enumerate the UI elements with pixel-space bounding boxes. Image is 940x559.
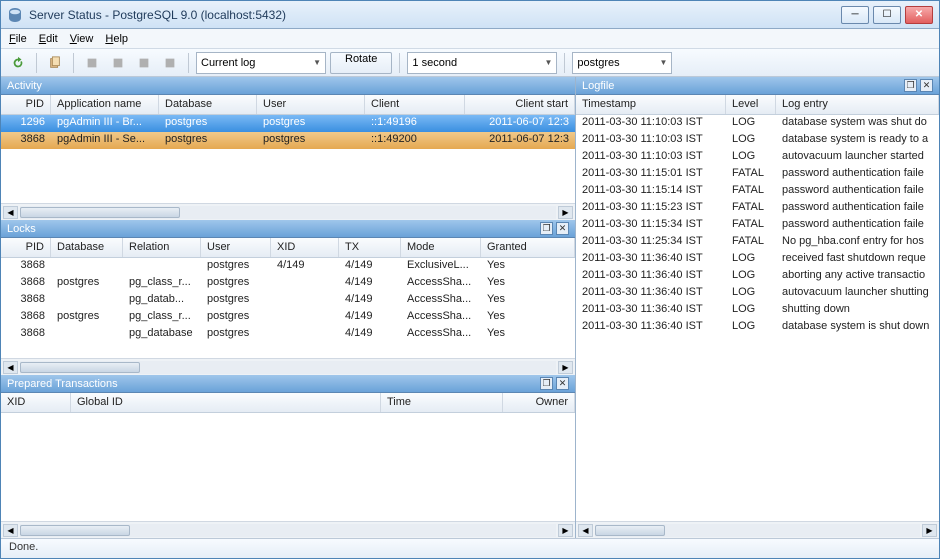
locks-row[interactable]: 3868postgrespg_class_r...postgres4/149Ac… [1,309,575,326]
locks-scrollbar[interactable]: ◀▶ [1,358,575,375]
logfile-row[interactable]: 2011-03-30 11:36:40 ISTLOGshutting down [576,302,939,319]
logfile-scrollbar[interactable]: ◀▶ [576,521,939,538]
locks-row[interactable]: 3868pg_databasepostgres4/149AccessSha...… [1,326,575,343]
activity-rows[interactable]: 1296pgAdmin III - Br...postgrespostgres:… [1,115,575,203]
rotate-button[interactable]: Rotate [330,52,392,74]
terminate-icon[interactable] [159,52,181,74]
prepared-columns[interactable]: XIDGlobal IDTimeOwner [1,393,575,413]
locks-row[interactable]: 3868postgres4/1494/149ExclusiveL...Yes [1,258,575,275]
locks-restore-icon[interactable]: ❐ [540,222,553,235]
menu-view[interactable]: View [70,33,94,45]
logfile-row[interactable]: 2011-03-30 11:36:40 ISTLOGautovacuum lau… [576,285,939,302]
locks-row[interactable]: 3868postgrespg_class_r...postgres4/149Ac… [1,275,575,292]
activity-row[interactable]: 3868pgAdmin III - Se...postgrespostgres:… [1,132,575,149]
database-combo[interactable]: postgres▼ [572,52,672,74]
menubar: File Edit View Help [1,29,939,49]
pause-icon[interactable] [133,52,155,74]
refresh-combo[interactable]: 1 second▼ [407,52,557,74]
copy-icon[interactable] [44,52,66,74]
stop-icon[interactable] [107,52,129,74]
toolbar: Current log▼ Rotate 1 second▼ postgres▼ [1,49,939,77]
close-button[interactable]: ✕ [905,6,933,24]
logfile-row[interactable]: 2011-03-30 11:25:34 ISTFATALNo pg_hba.co… [576,234,939,251]
activity-columns[interactable]: PIDApplication nameDatabaseUserClientCli… [1,95,575,115]
maximize-button[interactable]: ☐ [873,6,901,24]
cancel-icon[interactable] [81,52,103,74]
logfile-header: Logfile ❐ ✕ [576,77,939,95]
activity-header: Activity [1,77,575,95]
menu-edit[interactable]: Edit [39,33,58,45]
locks-close-icon[interactable]: ✕ [556,222,569,235]
locks-columns[interactable]: PIDDatabaseRelationUserXIDTXModeGranted [1,238,575,258]
prepared-scrollbar[interactable]: ◀▶ [1,521,575,538]
locks-header: Locks ❐ ✕ [1,220,575,238]
minimize-button[interactable]: ─ [841,6,869,24]
logfile-close-icon[interactable]: ✕ [920,79,933,92]
statusbar: Done. [1,538,939,558]
logfile-combo[interactable]: Current log▼ [196,52,326,74]
locks-rows[interactable]: 3868postgres4/1494/149ExclusiveL...Yes38… [1,258,575,358]
logfile-row[interactable]: 2011-03-30 11:36:40 ISTLOGreceived fast … [576,251,939,268]
prepared-header: Prepared Transactions ❐ ✕ [1,375,575,393]
locks-row[interactable]: 3868pg_datab...postgres4/149AccessSha...… [1,292,575,309]
prepared-rows[interactable] [1,413,575,521]
logfile-restore-icon[interactable]: ❐ [904,79,917,92]
logfile-row[interactable]: 2011-03-30 11:15:34 ISTFATALpassword aut… [576,217,939,234]
logfile-row[interactable]: 2011-03-30 11:36:40 ISTLOGdatabase syste… [576,319,939,336]
prepared-restore-icon[interactable]: ❐ [540,377,553,390]
logfile-row[interactable]: 2011-03-30 11:15:01 ISTFATALpassword aut… [576,166,939,183]
logfile-rows[interactable]: 2011-03-30 11:10:03 ISTLOGdatabase syste… [576,115,939,521]
logfile-row[interactable]: 2011-03-30 11:15:23 ISTFATALpassword aut… [576,200,939,217]
logfile-row[interactable]: 2011-03-30 11:36:40 ISTLOGaborting any a… [576,268,939,285]
activity-scrollbar[interactable]: ◀▶ [1,203,575,220]
activity-row[interactable]: 1296pgAdmin III - Br...postgrespostgres:… [1,115,575,132]
titlebar[interactable]: Server Status - PostgreSQL 9.0 (localhos… [1,1,939,29]
logfile-columns[interactable]: TimestampLevelLog entry [576,95,939,115]
logfile-row[interactable]: 2011-03-30 11:15:14 ISTFATALpassword aut… [576,183,939,200]
menu-help[interactable]: Help [105,33,128,45]
logfile-row[interactable]: 2011-03-30 11:10:03 ISTLOGdatabase syste… [576,132,939,149]
logfile-row[interactable]: 2011-03-30 11:10:03 ISTLOGdatabase syste… [576,115,939,132]
prepared-close-icon[interactable]: ✕ [556,377,569,390]
menu-file[interactable]: File [9,33,27,45]
app-icon [7,7,23,23]
refresh-icon[interactable] [7,52,29,74]
logfile-row[interactable]: 2011-03-30 11:10:03 ISTLOGautovacuum lau… [576,149,939,166]
window-title: Server Status - PostgreSQL 9.0 (localhos… [29,8,841,22]
